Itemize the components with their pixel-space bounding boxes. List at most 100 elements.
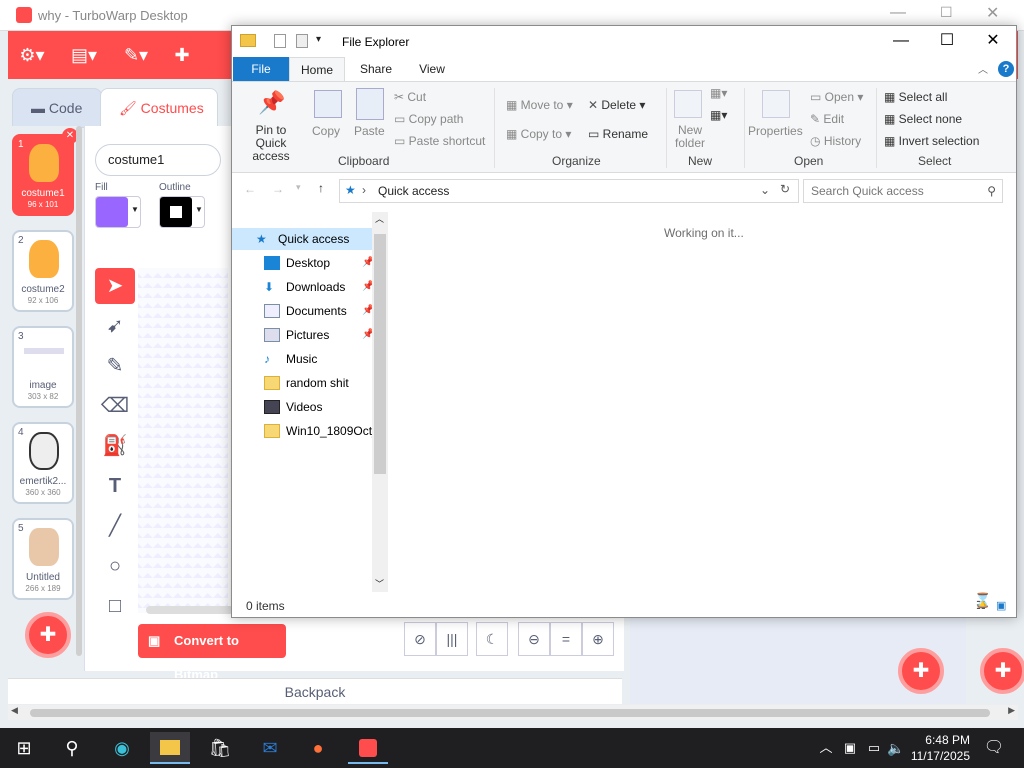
address-dropdown-icon[interactable]: ⌄ [760, 183, 770, 197]
recent-locations-icon[interactable]: ▾ [296, 182, 301, 193]
scroll-left-icon[interactable]: ◀ [11, 705, 18, 716]
scroll-right-icon[interactable]: ▶ [1008, 705, 1015, 716]
bitmap-toggle-icon[interactable]: ⊘ [404, 622, 436, 656]
tab-code[interactable]: ▬ Code [12, 88, 102, 128]
rename-button[interactable]: ▭ Rename [588, 127, 648, 141]
choose-sprite-button[interactable]: ✚ [898, 648, 944, 694]
tab-costumes[interactable]: 🖌 Costumes [100, 88, 218, 128]
scroll-thumb[interactable] [374, 234, 386, 474]
cut-button[interactable]: ✂ Cut [394, 90, 426, 104]
collapse-ribbon-icon[interactable]: ︿ [978, 61, 988, 76]
choose-costume-button[interactable]: ✚ [25, 612, 71, 658]
select-all-button[interactable]: ▦ Select all [884, 90, 947, 104]
zoom-reset-icon[interactable]: = [550, 622, 582, 656]
tab-file[interactable]: File [233, 57, 289, 81]
copy-button[interactable]: Copy [312, 124, 340, 138]
brush-tool-icon[interactable]: ✎ [95, 348, 135, 384]
forward-icon[interactable]: → [272, 182, 284, 196]
line-tool-icon[interactable]: ╱ [95, 508, 135, 544]
select-tool-icon[interactable]: ➤ [95, 268, 135, 304]
gear-icon[interactable]: ⚙▾ [12, 43, 52, 67]
address-bar[interactable]: ★ › Quick access ⌄ ↻ [339, 179, 799, 203]
text-tool-icon[interactable]: T [95, 468, 135, 504]
moon-icon[interactable]: ☾ [476, 622, 508, 656]
scroll-up-icon[interactable]: ︿ [375, 212, 384, 225]
help-icon[interactable]: ? [998, 61, 1014, 77]
addons-icon[interactable]: ✚ [162, 43, 202, 67]
store-icon[interactable]: 🛍 [200, 732, 240, 764]
qat-dropdown-icon[interactable]: ▾ [316, 34, 321, 45]
clock[interactable]: 6:48 PM 11/17/2025 [911, 732, 970, 764]
firefox-icon[interactable]: ● [298, 732, 338, 764]
nav-scrollbar[interactable]: ︿ ﹀ [372, 212, 388, 592]
costume-tile[interactable]: 5 Untitled 266 x 189 [12, 518, 74, 600]
nav-item-pictures[interactable]: Pictures 📌 [264, 324, 374, 346]
history-button[interactable]: ◷ History [810, 134, 861, 148]
maximize-icon[interactable]: ☐ [924, 26, 970, 56]
close-icon[interactable]: ✕ [986, 3, 999, 23]
copy-path-button[interactable]: ▭ Copy path [394, 112, 463, 126]
move-to-button[interactable]: ▦ Move to ▾ [506, 98, 573, 112]
vector-toggle-icon[interactable]: ||| [436, 622, 468, 656]
nav-item-documents[interactable]: Documents 📌 [264, 300, 374, 322]
costume-tile[interactable]: 1 costume1 96 x 101 ✕ [12, 128, 78, 216]
maximize-icon[interactable]: ☐ [940, 4, 953, 21]
delete-button[interactable]: ✕ Delete ▾ [588, 98, 645, 112]
zoom-in-icon[interactable]: ⊕ [582, 622, 614, 656]
costume-tile[interactable]: 4 emertik2... 360 x 360 [12, 422, 74, 504]
reshape-tool-icon[interactable]: ➹ [95, 308, 135, 344]
properties-button[interactable]: Properties [748, 124, 803, 138]
minimize-icon[interactable]: — [890, 4, 906, 22]
fill-tool-icon[interactable]: ⛽ [95, 428, 135, 464]
scroll-thumb[interactable] [30, 709, 990, 717]
nav-item-downloads[interactable]: ⬇ Downloads 📌 [264, 276, 374, 298]
copy-to-button[interactable]: ▦ Copy to ▾ [506, 127, 571, 141]
edge-icon[interactable]: ◉ [102, 732, 142, 764]
new-folder-button[interactable]: New folder [670, 124, 710, 150]
select-none-button[interactable]: ▦ Select none [884, 112, 962, 126]
nav-item-desktop[interactable]: Desktop 📌 [264, 252, 374, 274]
costume-tile[interactable]: 2 costume2 92 x 106 [12, 230, 74, 312]
costume-tile[interactable]: 3 image 303 x 82 [12, 326, 74, 408]
rectangle-tool-icon[interactable]: □ [95, 588, 135, 624]
nav-item-random-shit[interactable]: random shit [264, 372, 349, 394]
easy-access-icon[interactable]: ▦▾ [710, 108, 727, 122]
file-menu-icon[interactable]: ▤▾ [64, 43, 104, 67]
windows-start-icon[interactable]: ⊞ [4, 732, 44, 764]
search-icon[interactable]: ⚲ [52, 732, 92, 764]
tab-share[interactable]: Share [350, 57, 402, 81]
nav-item-quick-access[interactable]: ★ Quick access [256, 228, 349, 250]
paint-canvas[interactable] [138, 268, 228, 613]
fill-color-picker[interactable]: ▼ [95, 196, 141, 228]
large-icons-view-icon[interactable]: ▣ [996, 599, 1006, 612]
nav-item-videos[interactable]: Videos [264, 396, 322, 418]
paste-shortcut-button[interactable]: ▭ Paste shortcut [394, 134, 485, 148]
up-icon[interactable]: ↑ [318, 181, 324, 195]
scroll-down-icon[interactable]: ﹀ [375, 577, 384, 590]
invert-selection-button[interactable]: ▦ Invert selection [884, 134, 979, 148]
search-input[interactable]: Search Quick access ⚲ [803, 179, 1003, 203]
tab-view[interactable]: View [406, 57, 458, 81]
choose-backdrop-button[interactable]: ✚ [980, 648, 1024, 694]
canvas-hscrollbar[interactable] [146, 606, 234, 614]
pin-to-quick-access-button[interactable]: Pin to Quick access [240, 124, 302, 163]
outlook-icon[interactable]: ✉ [250, 732, 290, 764]
zoom-out-icon[interactable]: ⊖ [518, 622, 550, 656]
paste-button[interactable]: Paste [354, 124, 385, 138]
notifications-icon[interactable]: 🗨 [974, 732, 1014, 764]
new-item-icon[interactable]: ▦▾ [710, 86, 727, 100]
nav-item-music[interactable]: ♪ Music [264, 348, 317, 370]
costume-list-scrollbar[interactable] [76, 126, 82, 656]
refresh-icon[interactable]: ↻ [780, 182, 790, 196]
open-button[interactable]: ▭ Open ▾ [810, 90, 863, 104]
convert-to-bitmap-button[interactable]: ▣ Convert to Bitmap [138, 624, 286, 682]
new-folder-qat-icon[interactable] [296, 34, 308, 48]
edit-button[interactable]: ✎ Edit [810, 112, 844, 126]
file-explorer-taskbar-icon[interactable] [150, 732, 190, 764]
nav-item-win10[interactable]: Win10_1809Oct_ [264, 420, 379, 442]
backpack[interactable]: Backpack [8, 678, 622, 704]
back-icon[interactable]: ← [244, 182, 256, 196]
costume-name-input[interactable]: costume1 [95, 144, 221, 176]
minimize-icon[interactable]: — [878, 26, 924, 56]
circle-tool-icon[interactable]: ○ [95, 548, 135, 584]
